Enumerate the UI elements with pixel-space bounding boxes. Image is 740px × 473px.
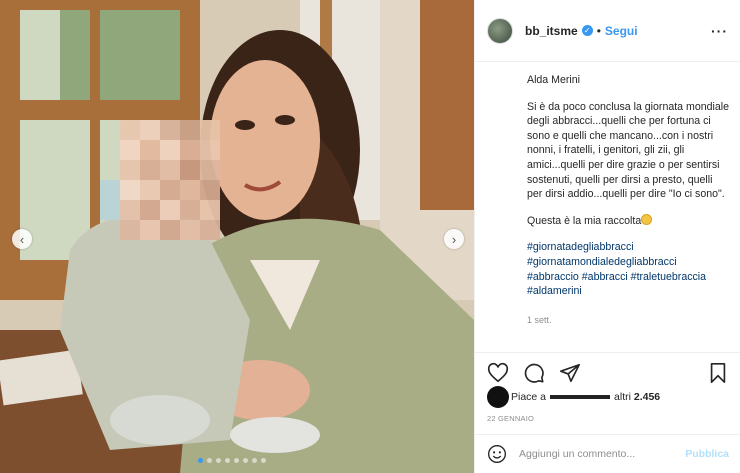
more-options-button[interactable]: ··· [711, 23, 728, 39]
hashtag-link[interactable]: #aldamerini [527, 285, 582, 297]
carousel-dot [252, 458, 257, 463]
hashtag-link[interactable]: #giornatamondialedegliabbracci [527, 256, 677, 268]
hashtag-link[interactable]: #traletuebraccia [631, 271, 706, 283]
hashtag-link[interactable]: #abbracci [582, 271, 628, 283]
hug-emoji-icon [641, 213, 653, 225]
carousel-dot [234, 458, 239, 463]
heart-icon [487, 362, 509, 382]
hashtag-link[interactable]: #giornatadegliabbracci [527, 241, 634, 253]
post-photo[interactable]: ‹ › [0, 0, 474, 473]
carousel-indicator [198, 458, 266, 463]
caption-time-ago[interactable]: 1 sett. [527, 313, 729, 328]
carousel-dot [261, 458, 266, 463]
likes-summary[interactable]: Piace a altri 2.456 [487, 386, 660, 408]
more-horizontal-icon: ··· [711, 22, 728, 39]
carousel-dot [225, 458, 230, 463]
post-header: bb_itsme ✓ • Segui ··· [475, 0, 740, 62]
hashtag-list: #giornatadegliabbracci #giornatamondiale… [527, 240, 729, 298]
bookmark-icon [710, 362, 726, 383]
comment-icon [524, 363, 544, 383]
like-button[interactable] [487, 362, 509, 384]
carousel-dot [198, 458, 203, 463]
verified-badge-icon: ✓ [581, 25, 593, 36]
separator: • [596, 23, 601, 38]
caption-collection-text: Questa è la mia raccolta [527, 214, 642, 227]
liker-avatar[interactable] [487, 386, 509, 408]
photo-illustration [0, 0, 474, 473]
smiley-icon[interactable] [487, 444, 507, 464]
chevron-right-icon: › [451, 231, 457, 247]
redacted-username [550, 395, 611, 399]
comment-bar: Pubblica [475, 434, 740, 473]
share-icon [560, 363, 580, 382]
caption-body: Si è da poco conclusa la giornata mondia… [527, 100, 730, 201]
avatar[interactable] [487, 17, 513, 44]
carousel-dot [243, 458, 248, 463]
carousel-dot [216, 458, 221, 463]
share-button[interactable] [559, 362, 581, 384]
carousel-next-button[interactable]: › [444, 229, 464, 249]
hashtag-link[interactable]: #abbraccio [527, 271, 579, 283]
likes-count[interactable]: 2.456 [634, 391, 660, 403]
likes-suffix: altri [614, 391, 631, 403]
caption-cut-line [527, 62, 729, 65]
username[interactable]: bb_itsme [525, 24, 578, 38]
likes-prefix: Piace a [511, 391, 547, 403]
follow-button[interactable]: Segui [605, 24, 638, 38]
carousel-prev-button[interactable]: ‹ [12, 229, 32, 249]
caption-author-line: Alda Merini [527, 74, 580, 86]
comment-button[interactable] [523, 362, 545, 384]
caption-collection-line: Questa è la mia raccolta [527, 213, 729, 229]
chevron-left-icon: ‹ [19, 231, 25, 247]
carousel-dot [207, 458, 212, 463]
publish-button[interactable]: Pubblica [685, 448, 729, 460]
post-side-panel: bb_itsme ✓ • Segui ··· Alda Merini Si è … [474, 0, 740, 473]
comment-input[interactable] [519, 448, 669, 460]
post-date[interactable]: 22 GENNAIO [487, 414, 534, 423]
caption: Alda Merini Si è da poco conclusa la gio… [475, 62, 740, 352]
save-button[interactable] [707, 362, 729, 384]
